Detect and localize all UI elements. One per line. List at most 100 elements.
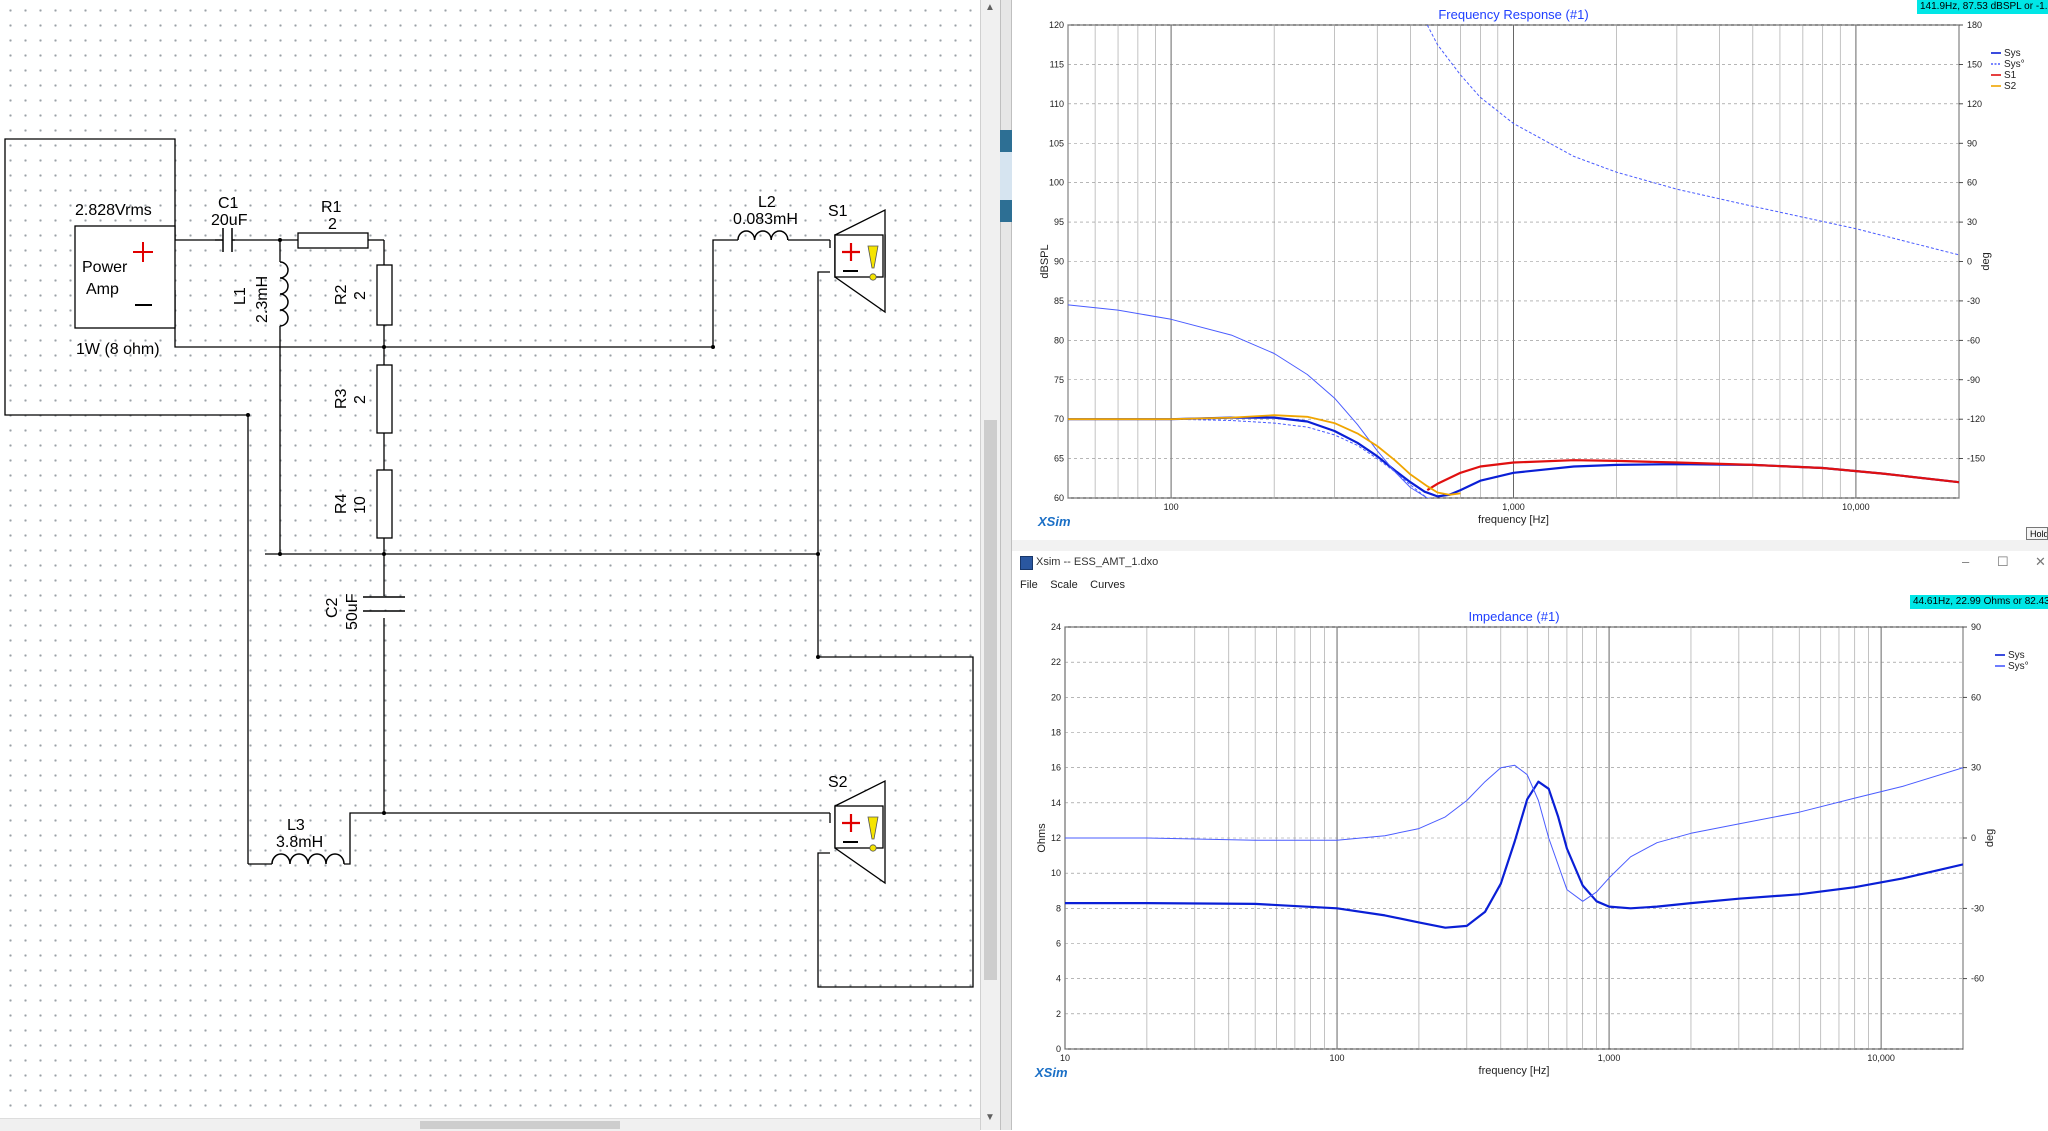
- imp-ytick-label: 22: [1051, 657, 1061, 667]
- maximize-icon[interactable]: ☐: [1997, 554, 2009, 570]
- fr-xtick-label: 100: [1164, 502, 1179, 512]
- fr-title: Frequency Response (#1): [1438, 7, 1588, 22]
- fr-ylabel: dBSPL: [1039, 244, 1051, 278]
- impedance-titlebar[interactable]: Xsim -- ESS_AMT_1.dxo – ☐ ✕: [1012, 551, 2048, 576]
- menu-file[interactable]: File: [1020, 579, 1038, 591]
- imp-y2tick-label: 30: [1971, 763, 1981, 773]
- imp-ytick-label: 2: [1056, 1009, 1061, 1019]
- fr-ytick-label: 70: [1054, 414, 1064, 424]
- c2-capacitor[interactable]: [363, 596, 405, 612]
- fr-y2tick-label: -150: [1967, 454, 1985, 464]
- fr-y2tick-label: -90: [1967, 375, 1980, 385]
- fr-ytick-label: 110: [1050, 99, 1064, 109]
- fr-y2tick-label: 90: [1967, 138, 1977, 148]
- hscroll-thumb[interactable]: [420, 1121, 620, 1129]
- fr-y2tick-label: 60: [1967, 178, 1977, 188]
- imp-ytick-label: 4: [1056, 974, 1061, 984]
- l1-name: L1: [232, 287, 249, 305]
- imp-legend-label: Sys°: [2008, 661, 2029, 672]
- fr-ytick-label: 85: [1054, 296, 1064, 306]
- l3-inductor[interactable]: [271, 853, 345, 865]
- r3-value: 2: [352, 395, 369, 404]
- schematic-svg: 2.828Vrms Power Amp 1W (8 ohm) C1 20uF R…: [4, 138, 974, 988]
- schematic-canvas[interactable]: 2.828Vrms Power Amp 1W (8 ohm) C1 20uF R…: [0, 0, 1000, 1130]
- s1-name: S1: [828, 203, 848, 220]
- l2-inductor[interactable]: [737, 230, 789, 241]
- imp-title: Impedance (#1): [1468, 609, 1559, 624]
- fr-xsim-label: XSim: [1037, 514, 1071, 529]
- hold-button[interactable]: Hold: [2026, 527, 2048, 540]
- fr-y2tick-label: -60: [1967, 335, 1980, 345]
- imp-ytick-label: 14: [1051, 798, 1061, 808]
- l1-value: 2.3mH: [254, 276, 271, 323]
- fr-xlabel: frequency [Hz]: [1478, 514, 1549, 526]
- imp-y2tick-label: 60: [1971, 692, 1981, 702]
- l3-value: 3.8mH: [276, 834, 323, 851]
- fr-legend-label: Sys°: [2004, 59, 2025, 70]
- c1-value: 20uF: [211, 212, 248, 229]
- fr-xtick-label: 1,000: [1502, 502, 1525, 512]
- fr-y2tick-label: 150: [1967, 59, 1982, 69]
- fr-xtick-label: 10,000: [1842, 502, 1870, 512]
- power-amp[interactable]: [74, 225, 176, 329]
- vscroll-thumb[interactable]: [984, 420, 997, 980]
- imp-y2tick-label: -60: [1971, 974, 1984, 984]
- fr-ytick-label: 120: [1049, 20, 1064, 30]
- impedance-window: Xsim -- ESS_AMT_1.dxo – ☐ ✕ File Scale C…: [1012, 551, 2048, 1130]
- imp-xsim-label: XSim: [1034, 1065, 1068, 1080]
- c1-capacitor[interactable]: [215, 228, 235, 252]
- r1-value: 2: [328, 216, 337, 233]
- imp-ytick-label: 10: [1051, 868, 1061, 878]
- source-name-1: Power: [82, 259, 128, 276]
- imp-ytick-label: 24: [1051, 622, 1061, 632]
- schematic-hscroll[interactable]: [0, 1118, 980, 1131]
- r2-resistor[interactable]: [376, 264, 393, 326]
- fr-cursor-readout: 141.9Hz, 87.53 dBSPL or -1...: [1917, 0, 2048, 14]
- imp-ytick-label: 8: [1056, 903, 1061, 913]
- imp-ytick-label: 6: [1056, 939, 1061, 949]
- menu-scale[interactable]: Scale: [1050, 579, 1078, 591]
- fr-ytick-label: 80: [1054, 335, 1064, 345]
- window-title: Xsim -- ESS_AMT_1.dxo: [1036, 556, 1159, 568]
- fr-ytick-label: 60: [1054, 493, 1064, 503]
- l2-value: 0.083mH: [733, 211, 798, 228]
- l1-inductor[interactable]: [279, 261, 289, 327]
- menu-curves[interactable]: Curves: [1090, 579, 1125, 591]
- close-icon[interactable]: ✕: [2035, 554, 2046, 570]
- fr-ytick-label: 95: [1054, 217, 1064, 227]
- r1-resistor[interactable]: [297, 232, 369, 249]
- imp-ytick-label: 18: [1051, 728, 1061, 738]
- imp-y2label: deg: [1984, 829, 1996, 847]
- frequency-response-window: Frequency Response (#1) 60 65 70 75 80 85 90 95 1…: [1012, 0, 2048, 540]
- fr-y2label: deg: [1980, 252, 1992, 270]
- fr-legend-label: Sys: [2004, 48, 2021, 59]
- impedance-chart: Impedance (#1)024681012141618202224 90603…: [1034, 609, 2029, 1080]
- scroll-up-icon[interactable]: ▲: [985, 2, 995, 13]
- imp-legend-label: Sys: [2008, 650, 2025, 661]
- r4-value: 10: [352, 496, 369, 514]
- plot-area: Frequency Response (#1) 60 65 70 75 80 85 90 95 1…: [1012, 0, 2048, 1130]
- r2-name: R2: [333, 284, 350, 305]
- c1-name: C1: [218, 195, 239, 212]
- fr-ytick-label: 65: [1054, 454, 1064, 464]
- imp-xtick-label: 1,000: [1598, 1053, 1621, 1063]
- imp-xlabel: frequency [Hz]: [1479, 1065, 1550, 1077]
- s1-speaker[interactable]: [834, 208, 886, 314]
- frequency-response-chart: Frequency Response (#1) 60 65 70 75 80 85 90 95 1…: [1037, 7, 2025, 529]
- taskbar-strip-light: [1000, 152, 1012, 200]
- app-icon: [1020, 556, 1033, 570]
- r4-name: R4: [333, 493, 350, 514]
- s2-speaker[interactable]: [834, 779, 886, 885]
- r2-value: 2: [352, 291, 369, 300]
- fr-y2tick-label: -30: [1967, 296, 1980, 306]
- imp-ytick-label: 20: [1051, 692, 1061, 702]
- r3-resistor[interactable]: [376, 364, 393, 434]
- scroll-down-icon[interactable]: ▼: [985, 1112, 995, 1123]
- l2-name: L2: [758, 194, 776, 211]
- r4-resistor[interactable]: [376, 469, 393, 539]
- schematic-vscroll[interactable]: ▲ ▼: [980, 0, 1001, 1130]
- impedance-menubar: File Scale Curves: [1012, 575, 2048, 593]
- c2-value: 50uF: [344, 593, 361, 630]
- minimize-icon[interactable]: –: [1962, 554, 1969, 569]
- fr-ytick-label: 90: [1054, 257, 1064, 267]
